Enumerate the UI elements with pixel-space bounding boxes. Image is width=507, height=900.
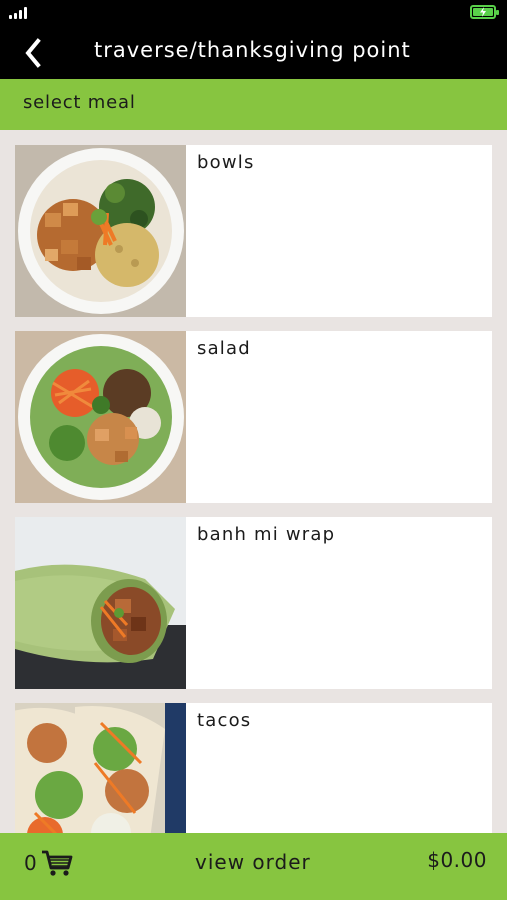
back-chevron-icon	[25, 38, 41, 68]
page-title: traverse/thanksgiving point	[94, 38, 411, 62]
signal-icon	[9, 7, 31, 19]
order-bar: 0 view order $0.00	[0, 833, 507, 900]
menu-item-bowls[interactable]: bowls	[15, 145, 492, 317]
menu-item-label: salad	[197, 338, 251, 359]
tacos-image	[15, 703, 186, 833]
menu-list[interactable]: bowls salad banh mi wrap tacos	[0, 130, 507, 833]
menu-item-salad[interactable]: salad	[15, 331, 492, 503]
menu-item-label: bowls	[197, 152, 255, 173]
nav-bar: traverse/thanksgiving point	[0, 26, 507, 79]
menu-item-banh-mi-wrap[interactable]: banh mi wrap	[15, 517, 492, 689]
menu-item-label: tacos	[197, 710, 252, 731]
section-header: select meal	[0, 79, 507, 130]
battery-icon	[470, 5, 499, 19]
section-title: select meal	[23, 92, 136, 113]
menu-item-label: banh mi wrap	[197, 524, 336, 545]
wrap-image	[15, 517, 186, 689]
bowl-image	[15, 145, 186, 317]
cart-icon[interactable]	[40, 849, 74, 877]
order-total: $0.00	[427, 848, 487, 872]
back-button[interactable]	[18, 34, 52, 72]
status-bar	[0, 0, 507, 26]
menu-item-tacos[interactable]: tacos	[15, 703, 492, 833]
salad-image	[15, 331, 186, 503]
cart-count: 0	[24, 851, 37, 875]
view-order-button[interactable]: view order	[195, 850, 311, 874]
